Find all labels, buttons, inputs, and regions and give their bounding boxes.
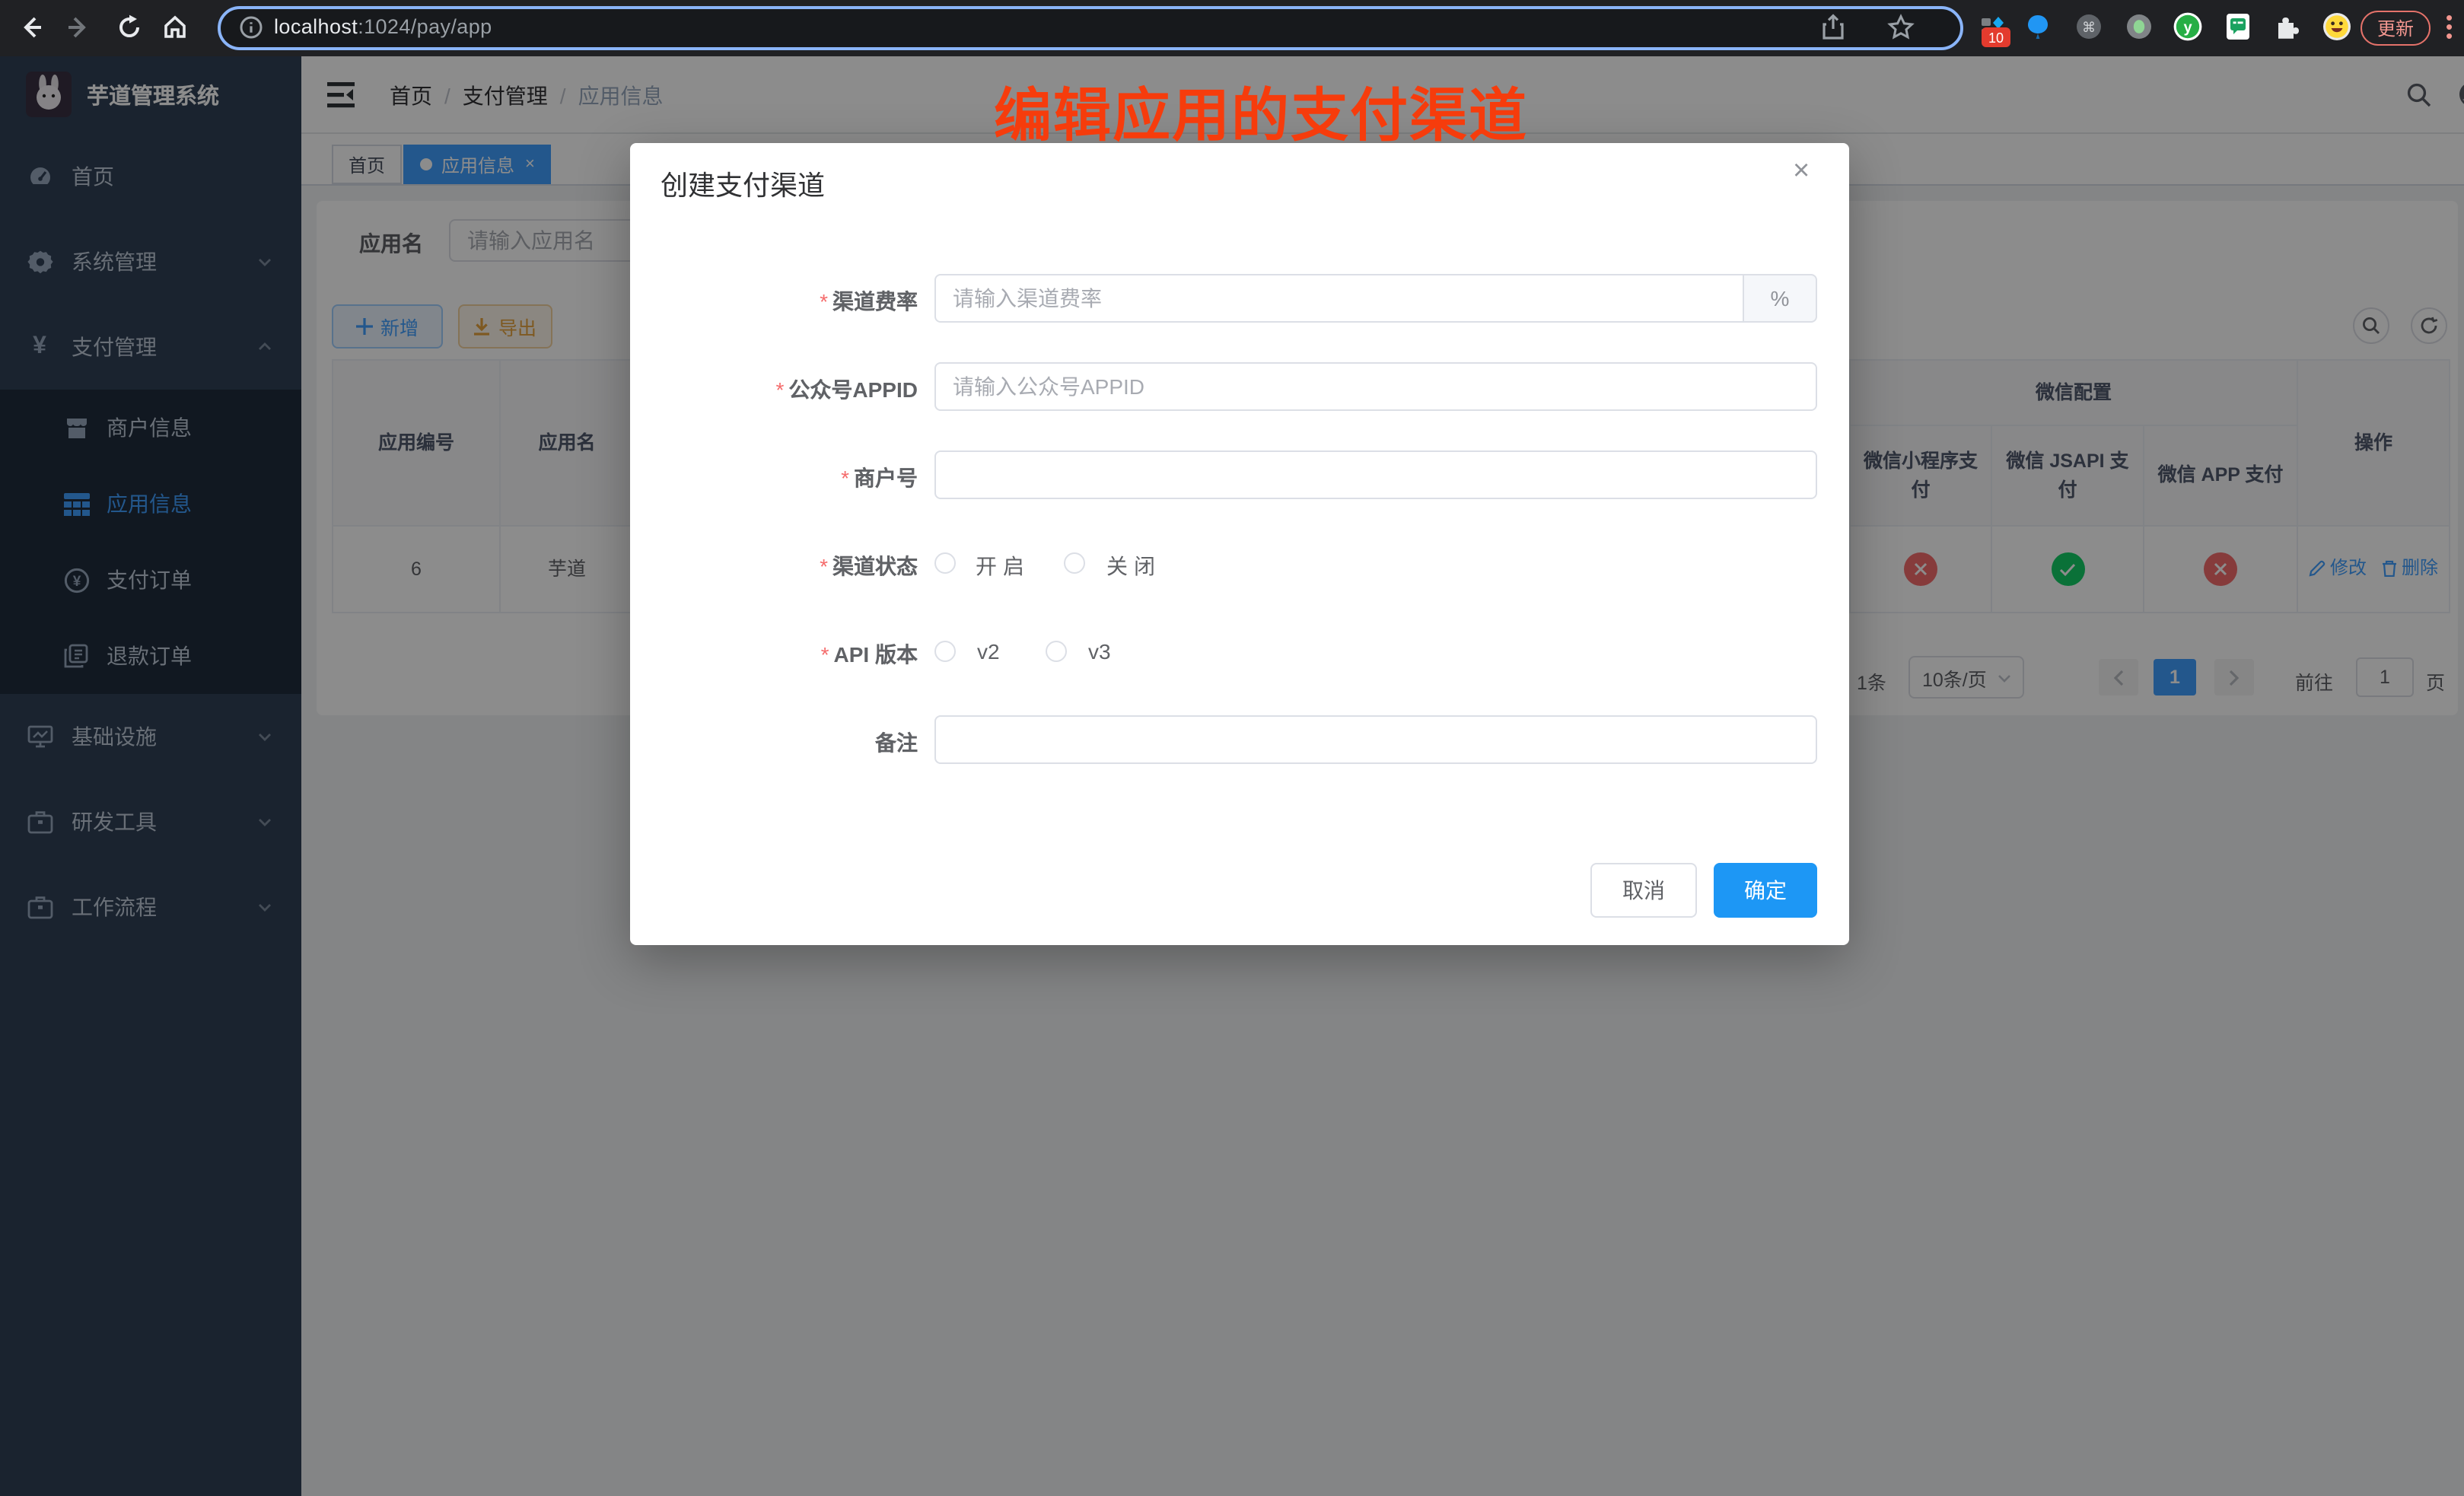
screen: localhost:1024/pay/app 10 ⌘ y 更新 ••• 芋道管…: [0, 0, 2464, 1496]
home-icon[interactable]: [161, 14, 189, 41]
required-mark: *: [841, 466, 849, 490]
cancel-label: 取消: [1622, 875, 1665, 906]
share-icon[interactable]: [1820, 14, 1846, 41]
field-label-appid: *公众号APPID: [630, 374, 918, 405]
back-icon[interactable]: [18, 14, 46, 41]
extension-emoji-icon[interactable]: [2322, 12, 2351, 41]
field-label-text: 公众号APPID: [788, 377, 918, 402]
api-v3-radio[interactable]: [1046, 641, 1067, 662]
extension-chat-icon[interactable]: [2225, 12, 2251, 41]
field-label-text: 渠道费率: [832, 289, 918, 314]
rate-input[interactable]: [934, 274, 1744, 323]
required-mark: *: [820, 554, 828, 578]
extension-command-icon[interactable]: ⌘: [2076, 14, 2102, 40]
reload-icon[interactable]: [116, 14, 143, 41]
field-label-text: API 版本: [834, 642, 918, 667]
confirm-button[interactable]: 确定: [1714, 863, 1817, 918]
extension-green-dot-icon[interactable]: [2126, 14, 2152, 40]
rate-suffix: %: [1744, 274, 1817, 323]
confirm-label: 确定: [1744, 875, 1787, 906]
browser-chrome: localhost:1024/pay/app 10 ⌘ y 更新 •••: [0, 0, 2464, 56]
field-label-text: 渠道状态: [832, 554, 918, 578]
required-mark: *: [776, 377, 785, 402]
field-label-status: *渠道状态: [630, 551, 918, 581]
appid-input[interactable]: [934, 362, 1817, 411]
browser-update-label: 更新: [2377, 15, 2414, 41]
url-text: localhost:1024/pay/app: [274, 15, 492, 38]
status-on-radio[interactable]: [934, 552, 956, 574]
bookmark-star-icon[interactable]: [1887, 14, 1915, 41]
annotation-text: 编辑应用的支付渠道: [994, 68, 1528, 152]
cancel-button[interactable]: 取消: [1590, 863, 1697, 918]
required-mark: *: [820, 289, 828, 314]
url-path: :1024/pay/app: [358, 15, 492, 38]
field-label-text: 备注: [875, 730, 918, 755]
api-v2-radio[interactable]: [934, 641, 956, 662]
merchant-input[interactable]: [934, 450, 1817, 499]
site-info-icon[interactable]: [239, 15, 263, 40]
status-off-label[interactable]: 关闭: [1106, 551, 1161, 581]
extension-puzzle-icon[interactable]: [2274, 14, 2300, 40]
status-on-label[interactable]: 开启: [976, 551, 1030, 581]
field-label-api: *API 版本: [630, 639, 918, 670]
api-v3-label[interactable]: v3: [1088, 639, 1111, 664]
extension-y-icon[interactable]: y: [2173, 12, 2202, 41]
browser-menu-icon[interactable]: •••: [2446, 14, 2452, 41]
field-label-remark: 备注: [630, 727, 918, 758]
create-channel-dialog: 创建支付渠道 × *渠道费率 % *公众号APPID *商户号 *渠道状态 开启…: [630, 143, 1849, 945]
status-off-radio[interactable]: [1064, 552, 1085, 574]
browser-update-button[interactable]: 更新: [2361, 11, 2431, 46]
extension-balloon-icon[interactable]: [2026, 14, 2050, 41]
url-host: localhost: [274, 15, 358, 38]
field-label-text: 商户号: [854, 466, 918, 490]
api-v2-label[interactable]: v2: [977, 639, 1000, 664]
dialog-close-icon[interactable]: ×: [1793, 155, 1810, 189]
field-label-rate: *渠道费率: [630, 286, 918, 317]
forward-icon[interactable]: [64, 14, 91, 41]
field-label-merchant: *商户号: [630, 463, 918, 493]
dialog-title: 创建支付渠道: [661, 164, 825, 204]
extension-badge: 10: [1982, 27, 2010, 47]
required-mark: *: [821, 642, 829, 667]
svg-text:⌘: ⌘: [2082, 20, 2096, 35]
svg-text:y: y: [2183, 19, 2192, 36]
remark-input[interactable]: [934, 715, 1817, 764]
